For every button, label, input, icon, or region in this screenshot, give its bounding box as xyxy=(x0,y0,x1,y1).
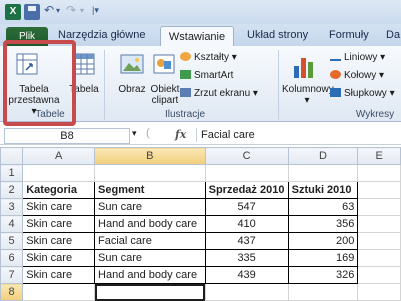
column-chart-icon[interactable] xyxy=(292,52,316,80)
cell[interactable]: 200 xyxy=(287,232,359,250)
cell[interactable] xyxy=(22,283,96,301)
cell[interactable] xyxy=(357,215,401,233)
smartart-button[interactable]: SmartArt xyxy=(180,70,233,81)
excel-app-icon[interactable]: X xyxy=(5,4,21,20)
cell[interactable]: Facial care xyxy=(94,232,206,250)
cell[interactable] xyxy=(287,283,359,301)
group-separator xyxy=(104,50,105,120)
spreadsheet-grid: A B C D E 1 2 Kategoria Segment Sprzedaż… xyxy=(0,147,401,301)
cell[interactable]: 410 xyxy=(204,215,289,233)
formula-cancel-icon[interactable]: ( xyxy=(146,127,150,139)
picture-icon[interactable] xyxy=(120,52,144,78)
cell[interactable] xyxy=(204,164,289,182)
undo-dropdown-icon[interactable]: ▾ xyxy=(56,6,60,15)
tables-group-highlight xyxy=(3,40,76,126)
shapes-button[interactable]: Kształty ▾ xyxy=(180,52,237,63)
tab-insert[interactable]: Wstawianie xyxy=(160,26,234,47)
pie-chart-icon xyxy=(330,70,341,79)
bar-chart-button[interactable]: Słupkowy ▾ xyxy=(330,88,395,99)
cell[interactable]: 63 xyxy=(287,198,359,216)
screenshot-icon xyxy=(180,88,191,97)
cell[interactable]: Sun care xyxy=(94,198,206,216)
column-header[interactable]: C xyxy=(204,147,289,165)
shapes-icon xyxy=(180,52,191,61)
column-chart-button[interactable]: Kolumnowy ▾ xyxy=(282,84,334,106)
customize-toolbar-icon[interactable]: |▾ xyxy=(92,5,99,16)
cell[interactable] xyxy=(357,198,401,216)
clipart-button[interactable]: Obiekt clipart xyxy=(148,84,182,106)
cell[interactable] xyxy=(287,164,359,182)
cell[interactable] xyxy=(94,164,206,182)
name-box-dropdown-icon[interactable]: ▾ xyxy=(132,128,137,139)
clipart-icon[interactable] xyxy=(152,52,176,78)
column-header[interactable]: B xyxy=(94,147,206,165)
cell[interactable] xyxy=(357,232,401,250)
cell[interactable]: 439 xyxy=(204,266,289,284)
active-cell[interactable] xyxy=(94,283,206,301)
tab-page-layout[interactable]: Układ strony xyxy=(247,29,308,41)
illustrations-group-label: Ilustracje xyxy=(164,109,205,120)
row-header[interactable]: 1 xyxy=(0,164,24,182)
cell[interactable]: Skin care xyxy=(22,215,96,233)
cell[interactable]: Hand and body care xyxy=(94,266,206,284)
pie-chart-button[interactable]: Kołowy ▾ xyxy=(330,70,384,81)
title-bar: X ↶ ▾ ↷ ▾ |▾ xyxy=(0,0,401,24)
cell[interactable]: 437 xyxy=(204,232,289,250)
column-header[interactable]: E xyxy=(357,147,401,165)
row-header[interactable]: 2 xyxy=(0,181,24,199)
insert-function-icon[interactable]: fx xyxy=(175,128,186,141)
column-header[interactable]: A xyxy=(22,147,96,165)
row-header[interactable]: 8 xyxy=(0,283,24,301)
cell[interactable]: Skin care xyxy=(22,198,96,216)
cell[interactable]: Hand and body care xyxy=(94,215,206,233)
cell[interactable]: Skin care xyxy=(22,232,96,250)
charts-group-label: Wykresy xyxy=(355,109,395,120)
cell[interactable]: Sztuki 2010 xyxy=(287,181,359,199)
line-chart-button[interactable]: Liniowy ▾ xyxy=(330,52,385,63)
tab-data[interactable]: Da xyxy=(386,29,400,41)
tab-formulas[interactable]: Formuły xyxy=(329,29,369,41)
cell[interactable] xyxy=(357,249,401,267)
group-separator xyxy=(278,50,279,120)
cell[interactable] xyxy=(357,164,401,182)
row-header[interactable]: 7 xyxy=(0,266,24,284)
cell[interactable] xyxy=(22,164,96,182)
line-chart-icon xyxy=(330,53,341,61)
cell[interactable] xyxy=(357,283,401,301)
name-box[interactable]: B8 xyxy=(4,128,130,144)
cell[interactable] xyxy=(357,266,401,284)
picture-button[interactable]: Obraz xyxy=(116,84,148,95)
screenshot-button[interactable]: Zrzut ekranu ▾ xyxy=(180,88,258,99)
row-header[interactable]: 4 xyxy=(0,215,24,233)
cell[interactable] xyxy=(204,283,289,301)
undo-icon[interactable]: ↶ xyxy=(44,3,54,17)
redo-icon[interactable]: ↷ xyxy=(66,3,76,17)
cell[interactable]: Segment xyxy=(94,181,206,199)
cell[interactable]: 356 xyxy=(287,215,359,233)
column-header[interactable]: D xyxy=(287,147,359,165)
row-header[interactable]: 5 xyxy=(0,232,24,250)
row-header[interactable]: 3 xyxy=(0,198,24,216)
cell[interactable]: 547 xyxy=(204,198,289,216)
cell[interactable]: Skin care xyxy=(22,249,96,267)
cell[interactable]: Sun care xyxy=(94,249,206,267)
cell[interactable]: Skin care xyxy=(22,266,96,284)
cell[interactable]: 326 xyxy=(287,266,359,284)
row-header[interactable]: 6 xyxy=(0,249,24,267)
save-icon[interactable] xyxy=(24,4,40,20)
cell[interactable] xyxy=(357,181,401,199)
cell[interactable]: Sprzedaż 2010 xyxy=(204,181,289,199)
redo-dropdown-icon[interactable]: ▾ xyxy=(80,6,84,15)
formula-bar: B8 ▾ ( fx Facial care xyxy=(0,127,401,145)
bar-chart-icon xyxy=(330,88,341,97)
smartart-icon xyxy=(180,70,191,79)
select-all-corner[interactable] xyxy=(0,147,24,165)
cell[interactable]: 335 xyxy=(204,249,289,267)
sheet-table: A B C D E 1 2 Kategoria Segment Sprzedaż… xyxy=(0,147,401,301)
cell[interactable]: 169 xyxy=(287,249,359,267)
cell[interactable]: Kategoria xyxy=(22,181,96,199)
formula-input[interactable]: Facial care xyxy=(196,128,401,142)
